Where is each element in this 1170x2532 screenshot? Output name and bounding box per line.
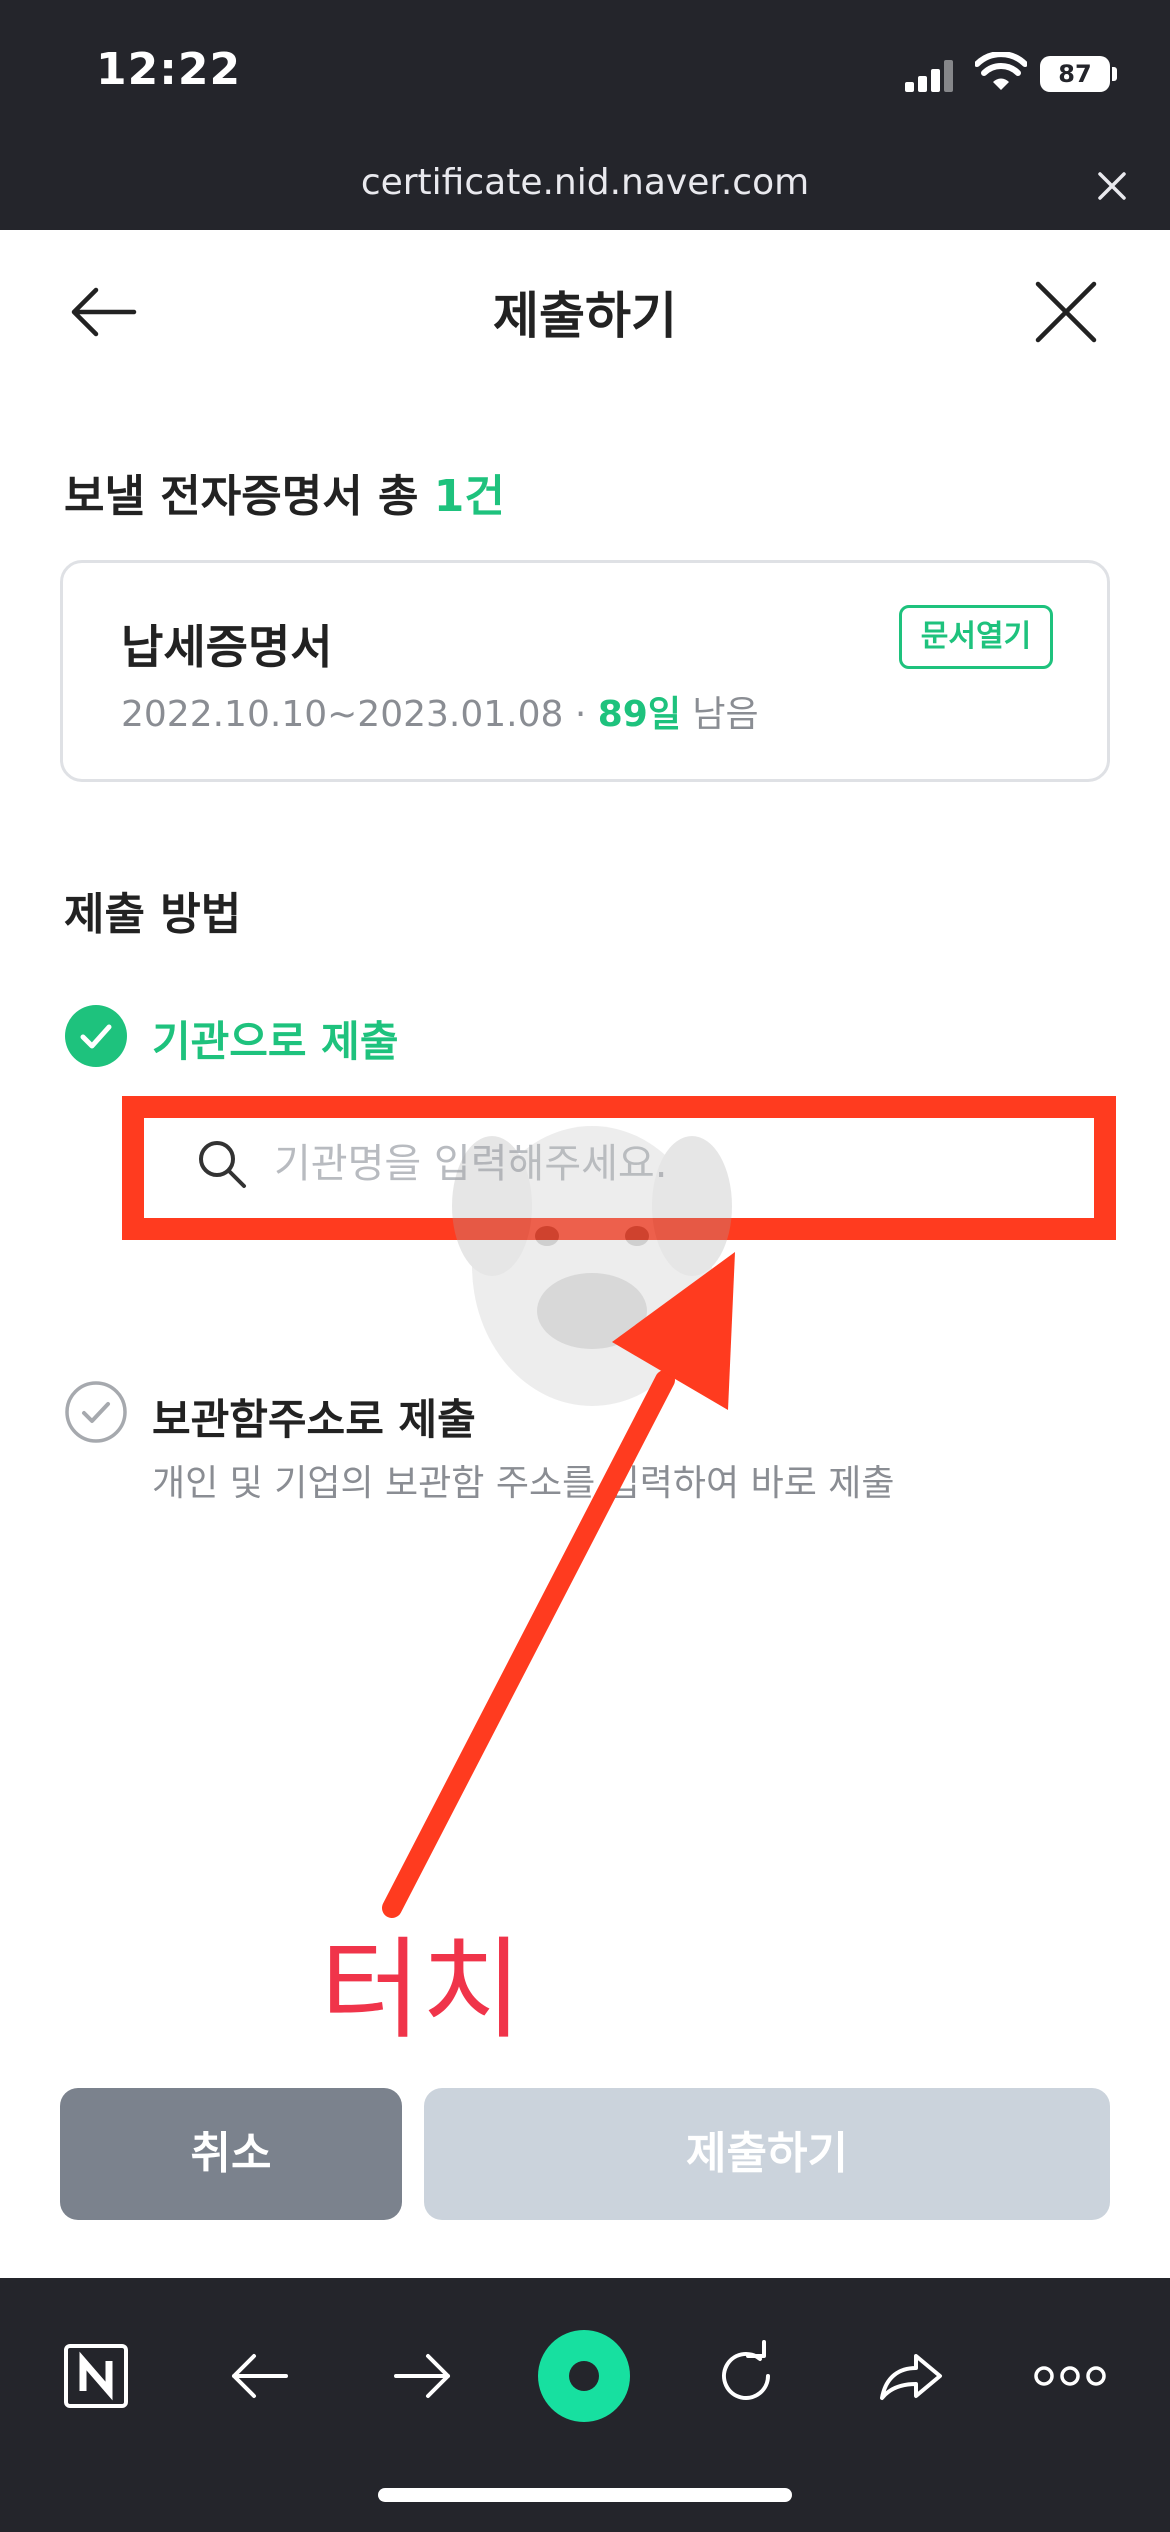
wifi-icon — [975, 52, 1027, 90]
touch-annotation-label: 터치 — [320, 1926, 523, 2054]
more-icon[interactable] — [1030, 2336, 1110, 2416]
open-document-button[interactable]: 문서열기 — [899, 605, 1053, 669]
days-remaining-suffix: 남음 — [680, 694, 759, 735]
battery-indicator: 87 — [1040, 56, 1110, 92]
option-mailbox-description: 개인 및 기업의 보관함 주소를 입력하여 바로 제출 — [152, 1463, 895, 1504]
search-icon — [199, 1141, 246, 1188]
close-icon[interactable] — [1026, 272, 1106, 352]
battery-tip — [1112, 67, 1117, 81]
option-mailbox-label[interactable]: 보관함주소로 제출 — [152, 1386, 476, 1447]
days-remaining: 89일 — [597, 694, 681, 735]
submit-button[interactable]: 제출하기 — [424, 2088, 1110, 2220]
check-circle-filled-icon[interactable] — [64, 1004, 128, 1068]
share-icon[interactable] — [870, 2336, 950, 2416]
validity-period: 2022.10.10~2023.01.08 · — [121, 694, 598, 735]
green-dot-icon[interactable] — [534, 2326, 634, 2426]
check-circle-outline-icon[interactable] — [64, 1380, 128, 1444]
browser-url-bar: certificate.nid.naver.com — [0, 140, 1170, 230]
close-icon[interactable] — [1094, 168, 1130, 204]
dog-watermark-image — [452, 1126, 732, 1406]
page-header: 제출하기 — [0, 230, 1170, 380]
document-card: 납세증명서 2022.10.10~2023.01.08 · 89일 남음 문서열… — [60, 560, 1110, 782]
send-heading-text: 보낼 전자증명서 총 — [64, 471, 434, 522]
document-name: 납세증명서 — [121, 620, 333, 674]
send-summary-heading: 보낼 전자증명서 총 1건 — [64, 460, 505, 524]
page-title: 제출하기 — [493, 287, 677, 345]
document-count: 1건 — [433, 471, 505, 522]
cellular-signal-icon — [905, 60, 955, 92]
forward-arrow-icon[interactable] — [382, 2336, 462, 2416]
document-validity: 2022.10.10~2023.01.08 · 89일 남음 — [121, 685, 759, 737]
option-institution-label[interactable]: 기관으로 제출 — [152, 1008, 398, 1069]
back-arrow-icon[interactable] — [220, 2336, 300, 2416]
home-indicator — [378, 2488, 792, 2502]
method-heading: 제출 방법 — [64, 889, 242, 940]
naver-home-icon[interactable] — [56, 2336, 136, 2416]
status-time: 12:22 — [96, 44, 242, 95]
cancel-button[interactable]: 취소 — [60, 2088, 402, 2220]
refresh-icon[interactable] — [706, 2336, 786, 2416]
status-bar: 12:22 87 — [0, 0, 1170, 140]
url-text[interactable]: certificate.nid.naver.com — [0, 162, 1170, 203]
